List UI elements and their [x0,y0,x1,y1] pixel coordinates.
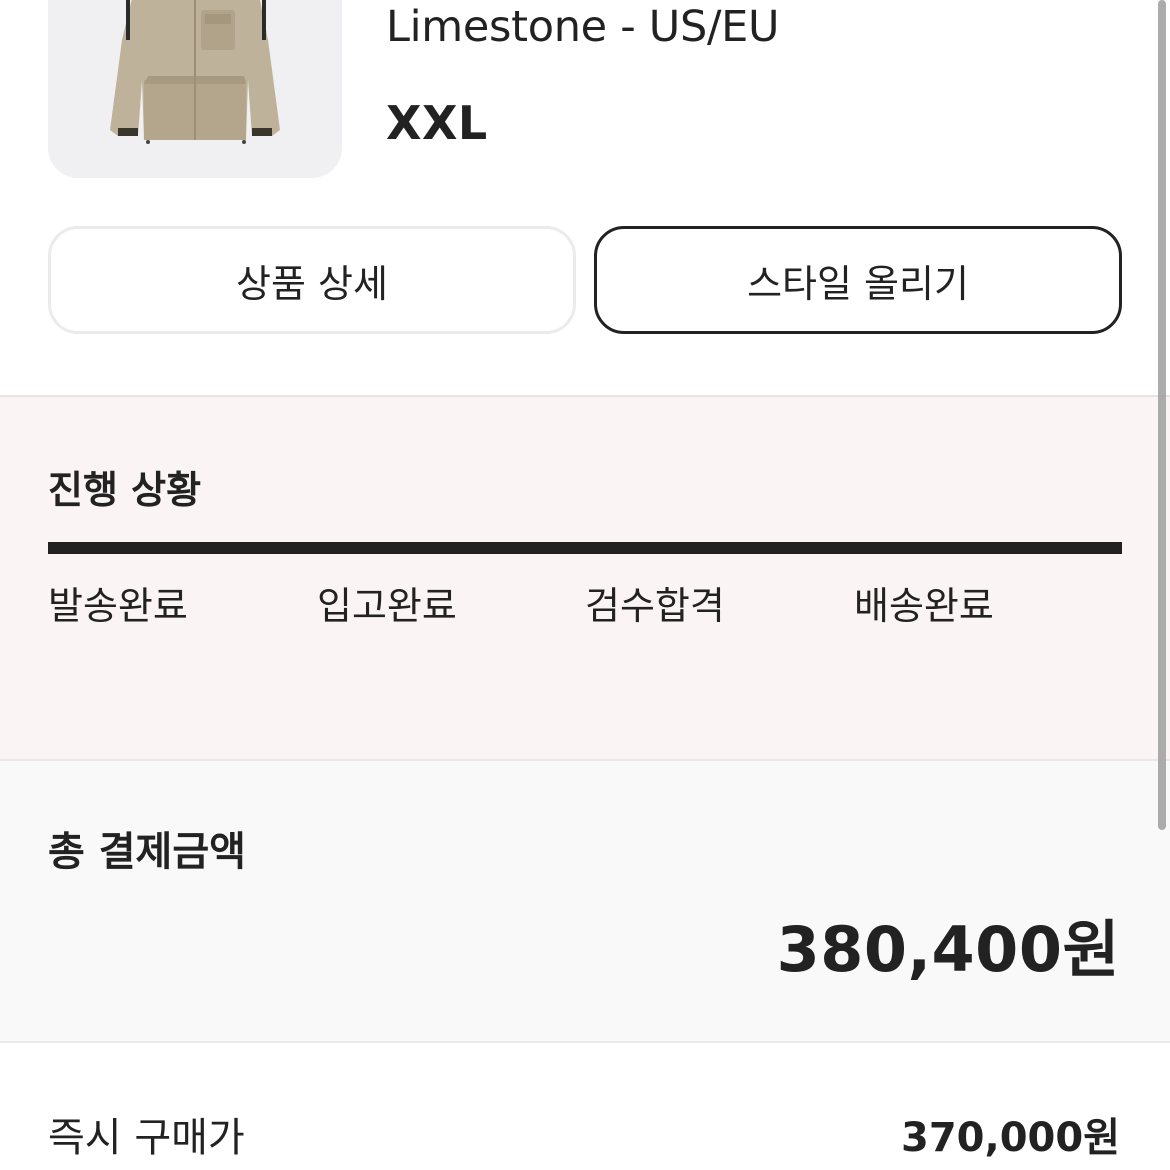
product-name: Limestone - US/EU [386,2,780,52]
total-payment-label: 총 결제금액 [48,829,246,875]
product-detail-button[interactable]: 상품 상세 [48,226,576,334]
buy-now-price-label: 즉시 구매가 [48,1115,245,1161]
progress-title: 진행 상황 [48,468,202,512]
step-received: 입고완료 [317,584,457,628]
total-payment-section: 총 결제금액 380,400원 [0,761,1170,1043]
total-payment-amount: 380,400원 [776,913,1120,986]
step-shipped: 발송완료 [48,584,188,628]
progress-section: 진행 상황 발송완료 입고완료 검수합격 배송완료 [0,395,1170,761]
post-style-button[interactable]: 스타일 올리기 [594,226,1122,334]
product-thumbnail[interactable] [48,0,342,178]
step-inspection-passed: 검수합격 [585,584,725,628]
product-header: Limestone - US/EU XXL 상품 상세 스타일 올리기 [0,0,1170,395]
product-size: XXL [386,96,488,150]
step-delivered: 배송완료 [854,584,994,628]
progress-bar [48,542,1122,554]
buy-now-price-row: 즉시 구매가 370,000원 [0,1043,1170,1170]
scrollbar[interactable] [1158,0,1166,830]
jacket-image [110,0,280,144]
buy-now-price-value: 370,000원 [901,1115,1120,1161]
